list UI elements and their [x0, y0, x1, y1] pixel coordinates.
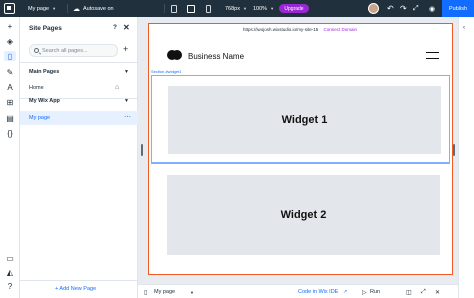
- code-in-ide-link[interactable]: Code in Wix IDE: [298, 285, 338, 298]
- publish-button[interactable]: Publish: [442, 0, 474, 17]
- cms-icon[interactable]: ▤: [4, 113, 16, 123]
- redo-icon[interactable]: ↷: [400, 0, 407, 17]
- right-rail: ‹: [458, 17, 474, 298]
- page-label: My page: [29, 115, 51, 121]
- page-toggle-icon[interactable]: ▯: [144, 285, 147, 298]
- chevron-down-icon: ▼: [243, 6, 247, 11]
- autosave-status: ☁ Autosave on: [73, 0, 114, 17]
- width-selector[interactable]: 768px ▼: [225, 0, 247, 17]
- layers-icon[interactable]: ◈: [4, 36, 16, 46]
- zoom-value: 100%: [253, 5, 268, 12]
- section-label: My Wix App: [29, 98, 60, 104]
- widget-2[interactable]: Widget 2: [167, 175, 440, 255]
- widget-1[interactable]: Widget 1: [168, 86, 441, 154]
- autosave-label: Autosave on: [83, 5, 114, 12]
- left-tool-rail: + ◈ ▯ ✎ A ⊞ ▤ {} ▭ ◭ ?: [0, 17, 20, 298]
- help-icon[interactable]: ?: [4, 281, 16, 291]
- external-link-icon: ↗: [343, 289, 348, 295]
- widget-section-1[interactable]: Widget 1: [151, 75, 450, 163]
- url-bar: https://iwojosh.wixstudio.io/my-site-15 …: [149, 27, 451, 37]
- apps-icon[interactable]: ⊞: [4, 97, 16, 107]
- fit-screen-icon[interactable]: ⤢: [413, 0, 419, 17]
- home-icon: ⌂: [115, 84, 120, 91]
- divider: [20, 62, 138, 63]
- chevron-down-icon: ▼: [124, 69, 129, 75]
- page-item-my-page[interactable]: My page ⋯: [20, 111, 138, 125]
- site-url: https://iwojosh.wixstudio.io/my-site-15: [242, 27, 319, 32]
- chevron-left-icon[interactable]: ‹: [463, 25, 465, 31]
- chevron-down-icon[interactable]: ▼: [190, 285, 194, 298]
- section-label: Main Pages: [29, 69, 60, 75]
- section-tag: Section #widget1: [151, 69, 182, 74]
- upgrade-button[interactable]: Upgrade: [279, 4, 309, 13]
- divider: [20, 280, 138, 281]
- pages-icon[interactable]: ▯: [4, 51, 16, 61]
- site-design-icon[interactable]: ✎: [4, 67, 16, 77]
- search-icon: [34, 48, 39, 53]
- page-selector[interactable]: My page ▼: [28, 0, 56, 17]
- zoom-selector[interactable]: 100% ▼: [253, 0, 274, 17]
- divider: [164, 4, 165, 13]
- chevron-down-icon: ▼: [52, 6, 57, 11]
- learn-icon[interactable]: ◭: [4, 267, 16, 277]
- code-icon[interactable]: {}: [4, 128, 16, 138]
- right-resize-handle[interactable]: [453, 144, 455, 156]
- comments-icon[interactable]: ▭: [4, 253, 16, 263]
- close-icon[interactable]: ✕: [123, 23, 130, 32]
- close-panel-icon[interactable]: ✕: [435, 285, 440, 298]
- maximize-icon[interactable]: ⤢: [421, 285, 426, 298]
- top-bar: My page ▼ ☁ Autosave on 768px ▼ 100% ▼ U…: [0, 0, 474, 17]
- add-elements-icon[interactable]: +: [4, 21, 16, 31]
- page-item-home[interactable]: Home ⌂: [20, 81, 138, 95]
- search-input[interactable]: [42, 47, 116, 55]
- desktop-device-icon[interactable]: [171, 4, 177, 13]
- add-page-icon[interactable]: +: [123, 44, 128, 54]
- connect-domain-link[interactable]: Connect Domain: [324, 27, 358, 32]
- preview-eye-icon[interactable]: ◉: [429, 0, 435, 17]
- more-options-icon[interactable]: ⋯: [124, 113, 131, 121]
- section-main-pages[interactable]: Main Pages ▼: [20, 66, 138, 80]
- chevron-down-icon: ▼: [270, 6, 275, 11]
- run-icon[interactable]: ▷: [362, 285, 367, 298]
- avatar[interactable]: [368, 3, 379, 14]
- panel-title: Site Pages: [29, 25, 62, 32]
- tablet-device-icon[interactable]: [187, 4, 195, 13]
- site-pages-panel: Site Pages ? ✕ + Main Pages ▼ Home ⌂ My …: [20, 17, 138, 298]
- section-my-wix-app[interactable]: My Wix App ▼: [20, 95, 138, 109]
- width-value: 768px: [225, 5, 240, 12]
- site-logo-icon: [167, 50, 182, 60]
- bottom-page-label[interactable]: My page: [154, 285, 175, 298]
- bottom-bar: ▯ My page ▼ Code in Wix IDE ↗ ▷ Run ◫ ⤢ …: [138, 284, 458, 298]
- hamburger-menu-icon[interactable]: [426, 51, 439, 61]
- undo-icon[interactable]: ↶: [387, 0, 394, 17]
- left-resize-handle[interactable]: [141, 144, 143, 156]
- site-preview-frame: https://iwojosh.wixstudio.io/my-site-15 …: [148, 23, 453, 275]
- site-header[interactable]: Business Name: [152, 42, 448, 70]
- help-icon[interactable]: ?: [113, 24, 117, 31]
- mobile-device-icon[interactable]: [206, 4, 211, 13]
- add-new-page-button[interactable]: + Add New Page: [55, 286, 96, 292]
- split-view-icon[interactable]: ◫: [406, 285, 412, 298]
- divider: [67, 4, 68, 13]
- widget-section-2[interactable]: Widget 2: [151, 163, 450, 273]
- chevron-down-icon: ▼: [124, 98, 129, 104]
- cloud-icon: ☁: [73, 5, 80, 13]
- search-box[interactable]: [29, 44, 118, 57]
- business-name: Business Name: [188, 52, 245, 61]
- text-theme-icon[interactable]: A: [4, 82, 16, 92]
- page-selector-label: My page: [28, 5, 50, 12]
- run-button[interactable]: Run: [370, 285, 380, 298]
- page-label: Home: [29, 85, 44, 91]
- wix-logo-icon[interactable]: [4, 3, 15, 14]
